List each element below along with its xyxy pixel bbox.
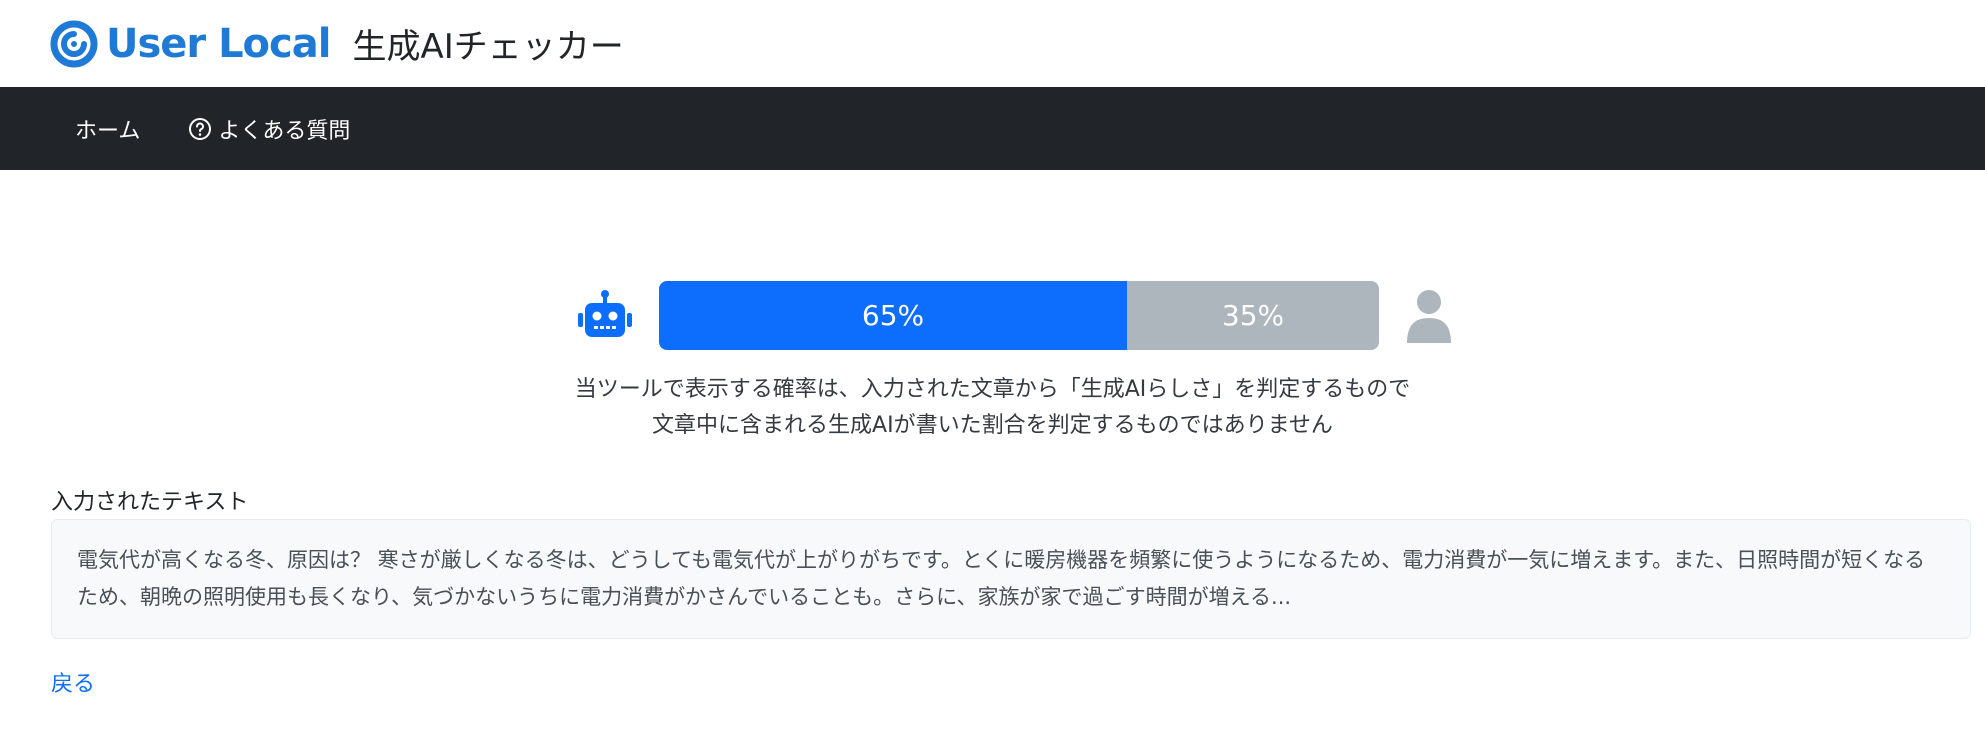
nav-faq-link[interactable]: よくある質問 bbox=[188, 113, 350, 145]
navbar: ホーム よくある質問 bbox=[0, 87, 1985, 170]
question-circle-icon bbox=[189, 117, 212, 140]
app-title: 生成AIチェッカー bbox=[352, 27, 624, 67]
user-local-logo[interactable]: User Local bbox=[50, 20, 331, 68]
ai-probability-segment: 65% bbox=[659, 281, 1127, 350]
input-text-label: 入力されたテキスト bbox=[51, 490, 249, 515]
person-icon bbox=[1407, 289, 1451, 343]
nav-faq-label: よくある質問 bbox=[218, 118, 351, 144]
logo-mark-icon bbox=[50, 20, 98, 67]
human-probability-segment: 35% bbox=[1127, 281, 1379, 350]
ai-percent-label: 65% bbox=[861, 299, 925, 332]
nav-home-link[interactable]: ホーム bbox=[75, 113, 140, 145]
robot-icon bbox=[578, 289, 632, 337]
input-text-display: 電気代が高くなる冬、原因は？ 寒さが厳しくなる冬は、どうしても電気代が上がりがち… bbox=[51, 519, 1971, 639]
disclaimer-notice: 当ツールで表示する確率は、入力された文章から「生成AIらしさ」を判定するもので … bbox=[0, 372, 1985, 444]
ai-probability-bar: 65% 35% bbox=[659, 281, 1379, 350]
disclaimer-line-2: 文章中に含まれる生成AIが書いた割合を判定するものではありません bbox=[652, 413, 1333, 438]
logo-text: User Local bbox=[106, 20, 331, 67]
result-row: 65% 35% bbox=[575, 281, 1455, 350]
human-percent-label: 35% bbox=[1221, 299, 1285, 332]
nav-home-label: ホーム bbox=[75, 118, 141, 144]
disclaimer-line-1: 当ツールで表示する確率は、入力された文章から「生成AIらしさ」を判定するもので bbox=[574, 377, 1411, 402]
site-header: User Local 生成AIチェッカー bbox=[0, 0, 1985, 87]
back-link[interactable]: 戻る bbox=[51, 666, 95, 698]
